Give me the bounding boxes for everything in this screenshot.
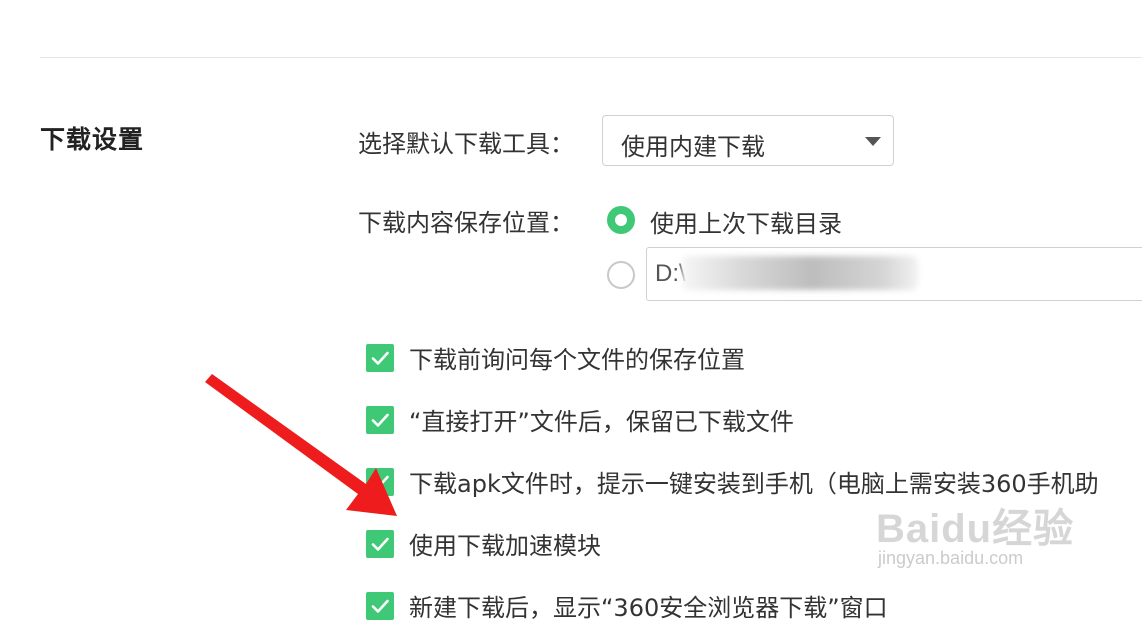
default-tool-select[interactable]: 使用内建下载	[602, 115, 894, 166]
section-title: 下载设置	[40, 125, 145, 154]
radio-last-directory[interactable]	[607, 206, 635, 234]
watermark-url: jingyan.baidu.com	[878, 548, 1024, 568]
checkbox-apk-install-prompt-box[interactable]	[366, 468, 394, 496]
checkbox-keep-opened-file-box[interactable]	[366, 406, 394, 434]
chevron-down-icon	[865, 137, 881, 146]
top-divider	[40, 57, 1142, 58]
checkmark-icon	[371, 475, 389, 489]
default-tool-label: 选择默认下载工具：	[358, 130, 574, 158]
checkbox-ask-save-location-box[interactable]	[366, 344, 394, 372]
redacted-path-blur	[682, 256, 918, 290]
baidu-watermark: Baidu经验 jingyan.baidu.com	[870, 490, 1100, 580]
checkmark-icon	[371, 413, 389, 427]
radio-last-directory-label: 使用上次下载目录	[650, 210, 842, 238]
checkbox-download-accelerator-box[interactable]	[366, 530, 394, 558]
watermark-logo: Baidu经验	[876, 507, 1075, 551]
checkbox-show-download-window-box[interactable]	[366, 592, 394, 620]
default-tool-select-value: 使用内建下载	[621, 133, 765, 161]
checkbox-ask-save-location-label: 下载前询问每个文件的保存位置	[409, 346, 745, 374]
checkbox-show-download-window-label: 新建下载后，显示“360安全浏览器下载”窗口	[409, 594, 888, 622]
checkmark-icon	[371, 599, 389, 613]
checkmark-icon	[371, 351, 389, 365]
save-location-label: 下载内容保存位置：	[358, 209, 574, 237]
checkbox-apk-install-prompt-label: 下载apk文件时，提示一键安装到手机（电脑上需安装360手机助	[409, 470, 1099, 498]
checkbox-keep-opened-file-label: “直接打开”文件后，保留已下载文件	[409, 408, 794, 436]
radio-custom-path[interactable]	[607, 261, 635, 289]
checkbox-download-accelerator-label: 使用下载加速模块	[409, 532, 601, 560]
checkmark-icon	[371, 537, 389, 551]
